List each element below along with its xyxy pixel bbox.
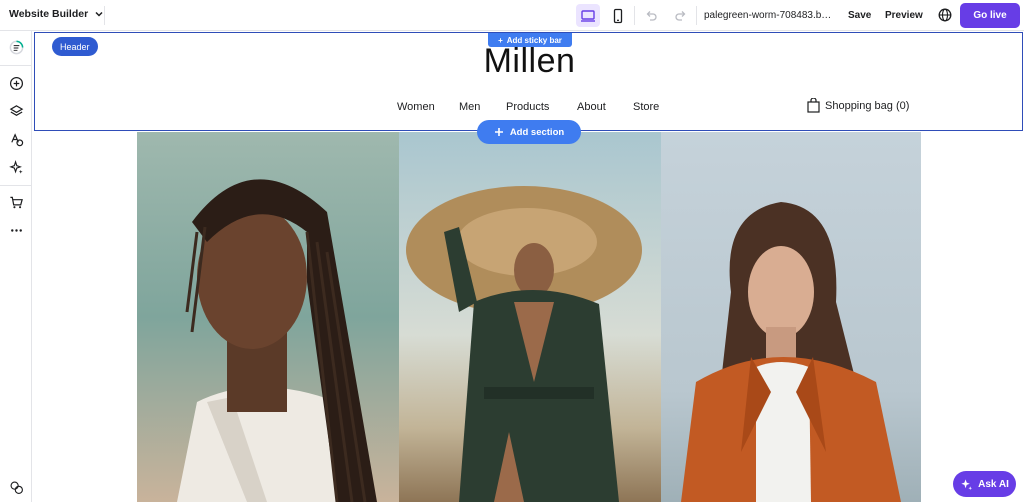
nav-women[interactable]: Women [397, 101, 435, 113]
plus-icon [494, 128, 503, 136]
progress-checklist-button[interactable] [6, 37, 26, 57]
mobile-view-button[interactable] [606, 4, 630, 27]
app-name: Website Builder [9, 8, 89, 20]
shopping-bag-icon [807, 98, 820, 113]
ai-tools-button[interactable] [6, 157, 26, 177]
sparkles-icon [8, 159, 23, 174]
plus-circle-icon [9, 76, 23, 90]
language-button[interactable] [937, 7, 953, 23]
add-section-button[interactable]: Add section [477, 120, 581, 144]
divider [0, 65, 32, 66]
cart-icon [9, 196, 23, 208]
shopping-bag-link[interactable]: Shopping bag (0) [807, 98, 909, 113]
hero-image-1[interactable] [137, 132, 399, 502]
model-blazer-image [661, 132, 921, 502]
more-button[interactable] [6, 220, 26, 240]
nav-store[interactable]: Store [633, 101, 659, 113]
layers-icon [9, 104, 23, 116]
integrations-button[interactable] [6, 477, 26, 497]
undo-button[interactable] [643, 7, 659, 23]
website-builder-menu[interactable]: Website Builder [9, 8, 104, 20]
divider [0, 185, 32, 186]
site-url[interactable]: palegreen-worm-708483.buil... [704, 10, 836, 21]
chevron-down-icon [95, 11, 103, 17]
page-canvas: Header + Add sticky bar Millen Women Men… [33, 31, 1024, 502]
redo-button[interactable] [673, 7, 689, 23]
shopping-bag-label: Shopping bag (0) [825, 99, 910, 112]
sparkles-icon [961, 478, 973, 490]
globe-icon [938, 8, 952, 22]
layers-button[interactable] [6, 101, 26, 121]
hero-image-3[interactable] [661, 132, 921, 502]
nav-products[interactable]: Products [506, 101, 549, 113]
store-button[interactable] [6, 192, 26, 212]
desktop-icon [581, 9, 595, 22]
divider [104, 6, 105, 25]
ask-ai-button[interactable]: Ask AI [953, 471, 1016, 497]
redo-icon [675, 11, 686, 21]
site-logo[interactable]: Millen [35, 42, 1024, 81]
nav-men[interactable]: Men [459, 101, 480, 113]
checklist-progress-icon [9, 40, 23, 54]
desktop-view-button[interactable] [576, 4, 600, 27]
editor-topbar: Website Builder palegreen-worm-708483.bu… [0, 0, 1024, 31]
add-element-button[interactable] [6, 73, 26, 93]
nav-about[interactable]: About [577, 101, 606, 113]
more-dots-icon [10, 228, 22, 232]
integrations-icon [10, 481, 23, 494]
divider [634, 6, 635, 25]
save-button[interactable]: Save [848, 10, 871, 21]
model-portrait-image [137, 132, 399, 502]
ask-ai-label: Ask AI [978, 478, 1009, 490]
undo-icon [646, 11, 657, 21]
hero-image-2[interactable] [399, 132, 661, 502]
mobile-icon [613, 8, 623, 23]
add-section-label: Add section [509, 126, 565, 138]
shapes-icon [10, 132, 23, 146]
divider [696, 6, 697, 25]
model-hat-image [399, 132, 661, 502]
header-section[interactable]: Header + Add sticky bar Millen Women Men… [34, 32, 1023, 131]
styles-button[interactable] [6, 129, 26, 149]
preview-button[interactable]: Preview [885, 10, 923, 21]
left-toolbar [0, 31, 32, 502]
go-live-button[interactable]: Go live [960, 3, 1020, 28]
